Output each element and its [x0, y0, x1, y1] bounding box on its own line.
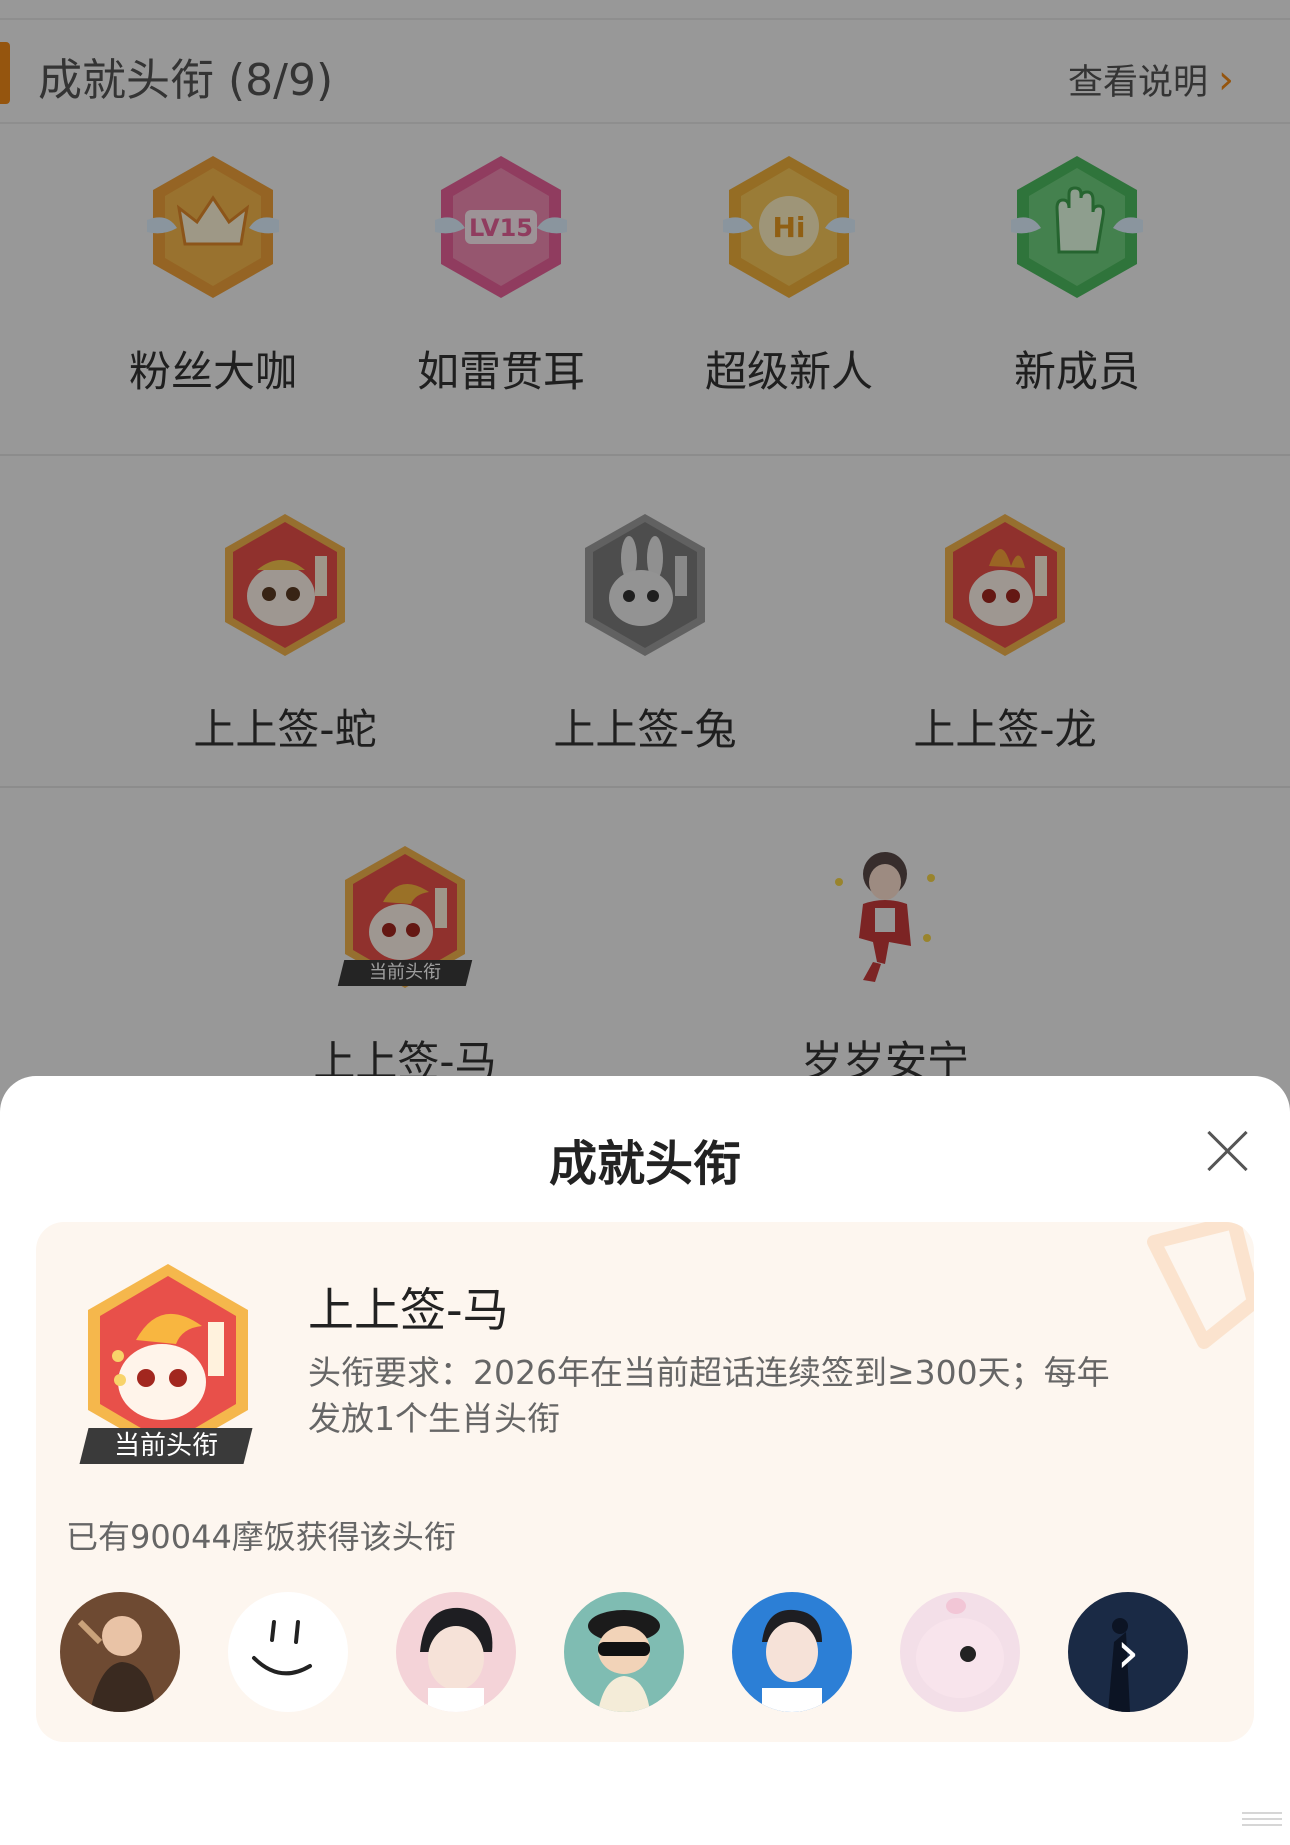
sheet-title: 成就头衔: [548, 1136, 741, 1192]
badge-requirement: 头衔要求：2026年在当前超话连续签到≥300天；每年发放1个生肖头衔: [308, 1353, 1110, 1438]
avatar[interactable]: [564, 1592, 684, 1712]
chevron-right-icon: ›: [1116, 1618, 1140, 1686]
avatar[interactable]: [396, 1592, 516, 1712]
avatar[interactable]: [228, 1592, 348, 1712]
bottom-sheet: 成就头衔 当前头衔 上上签-马 头衔要求：2026年在当前超话连续签到≥300天…: [0, 1076, 1290, 1845]
current-title-tag: 当前头衔: [79, 1428, 253, 1464]
holder-count: 已有90044摩饭获得该头衔: [66, 1518, 456, 1556]
close-icon[interactable]: [1204, 1126, 1252, 1174]
avatar[interactable]: [60, 1592, 180, 1712]
scroll-indicator: [1242, 1812, 1282, 1826]
badge-title: 上上签-马: [308, 1283, 509, 1337]
holder-avatar-list: ›: [60, 1592, 1230, 1712]
title-detail-card: 当前头衔 上上签-马 头衔要求：2026年在当前超话连续签到≥300天；每年发放…: [36, 1222, 1254, 1742]
avatar[interactable]: [732, 1592, 852, 1712]
avatar[interactable]: [900, 1592, 1020, 1712]
avatar-more[interactable]: ›: [1068, 1592, 1188, 1712]
